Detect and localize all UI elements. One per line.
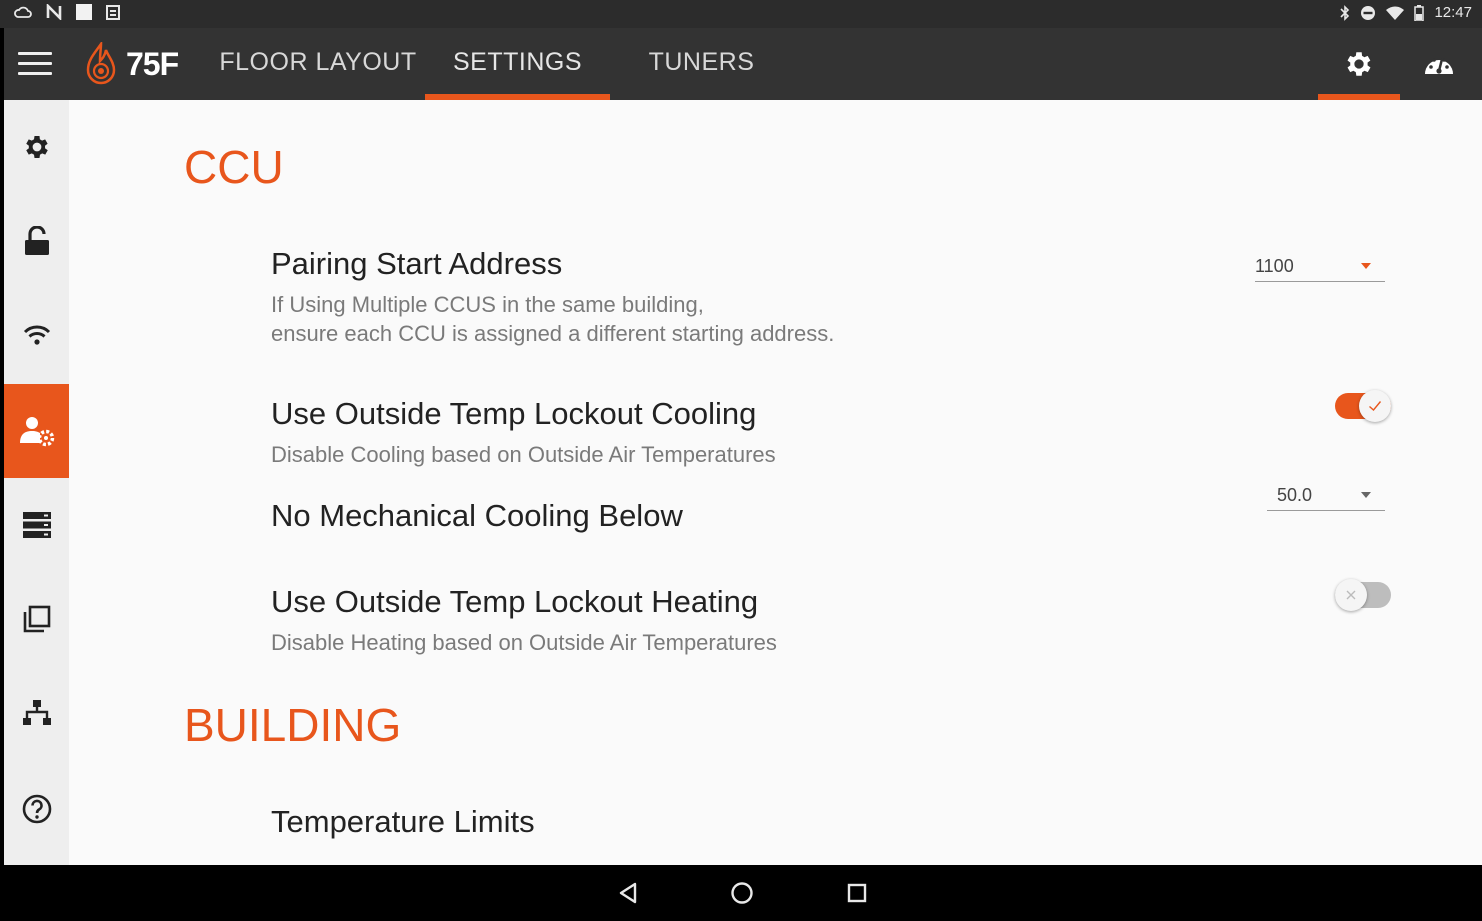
toggle-knob	[1359, 390, 1391, 422]
pairing-start-address-dropdown[interactable]: 1100	[1255, 254, 1385, 282]
dashboard-gauge-icon	[1425, 58, 1453, 74]
pairing-start-address-title: Pairing Start Address	[271, 246, 563, 281]
no-mech-cooling-dropdown[interactable]: 50.0	[1267, 483, 1385, 511]
dashboard-button[interactable]	[1398, 28, 1480, 100]
gear-icon	[1347, 52, 1371, 76]
tab-floor-layout[interactable]: FLOOR LAYOUT	[218, 28, 418, 100]
temperature-limits-title[interactable]: Temperature Limits	[271, 804, 535, 840]
section-title-building: BUILDING	[184, 699, 402, 751]
logo-text: 75F	[126, 45, 179, 82]
copy-icon	[23, 605, 50, 633]
rail-item-wifi[interactable]	[4, 288, 69, 382]
cooling-lockout-desc: Disable Cooling based on Outside Air Tem…	[271, 442, 776, 467]
status-bar: 12:47	[0, 0, 1482, 28]
dropdown-value: 50.0	[1277, 485, 1313, 505]
rail-item-modules[interactable]	[4, 478, 69, 572]
dropdown-arrow-icon	[1361, 492, 1371, 498]
flame-logo-icon	[86, 42, 116, 85]
dropdown-value: 1100	[1255, 256, 1294, 276]
status-bar-left	[14, 4, 120, 20]
back-icon	[619, 882, 637, 904]
home-button[interactable]	[714, 875, 770, 911]
recents-button[interactable]	[829, 875, 885, 911]
nfc-icon	[46, 4, 62, 20]
battery-icon	[1414, 5, 1425, 21]
tab-tuners[interactable]: TUNERS	[624, 28, 779, 100]
status-time: 12:47	[1434, 4, 1472, 21]
rail-item-help[interactable]	[4, 762, 69, 856]
dropdown-arrow-icon	[1361, 263, 1371, 269]
heating-lockout-desc: Disable Heating based on Outside Air Tem…	[271, 630, 777, 655]
pairing-start-address-desc-line1: If Using Multiple CCUS in the same build…	[271, 292, 704, 317]
no-mech-cooling-title: No Mechanical Cooling Below	[271, 498, 683, 533]
tab-settings[interactable]: SETTINGS	[425, 28, 610, 100]
wifi-icon	[23, 325, 50, 345]
cooling-lockout-title: Use Outside Temp Lockout Cooling	[271, 396, 757, 431]
bluetooth-icon	[1340, 5, 1350, 21]
pairing-start-address-desc-line2: ensure each CCU is assigned a different …	[271, 321, 835, 346]
check-icon	[1369, 401, 1382, 412]
app-logo: 75F	[82, 42, 179, 86]
close-icon	[1346, 590, 1356, 600]
gear-icon	[25, 136, 48, 158]
cooling-lockout-toggle[interactable]	[1335, 390, 1391, 422]
side-rail	[4, 100, 69, 865]
hierarchy-icon	[22, 700, 51, 725]
cloud-icon	[14, 6, 32, 18]
rail-item-security[interactable]	[4, 194, 69, 288]
tab-label: SETTINGS	[452, 48, 582, 76]
clipboard-icon	[106, 5, 120, 20]
server-list-icon	[22, 512, 51, 538]
recents-icon	[847, 883, 867, 903]
wifi-icon	[1386, 6, 1405, 20]
user-settings-icon	[19, 417, 54, 447]
home-icon	[731, 882, 753, 904]
rail-item-network[interactable]	[4, 666, 69, 760]
tab-label: TUNERS	[648, 48, 755, 76]
settings-gear-button[interactable]	[1318, 28, 1400, 100]
notification-square-icon	[76, 4, 92, 20]
system-nav-bar	[0, 865, 1482, 921]
rail-item-user-settings[interactable]	[4, 384, 69, 478]
tab-label: FLOOR LAYOUT	[219, 48, 417, 76]
toggle-knob	[1335, 579, 1367, 611]
back-button[interactable]	[600, 875, 656, 911]
heating-lockout-title: Use Outside Temp Lockout Heating	[271, 584, 759, 619]
rail-item-general-settings[interactable]	[4, 100, 69, 194]
menu-icon[interactable]	[18, 52, 52, 76]
rail-item-copy[interactable]	[4, 572, 69, 666]
unlock-icon	[24, 226, 49, 255]
status-bar-right: 12:47	[1340, 4, 1472, 22]
heating-lockout-toggle[interactable]	[1335, 579, 1391, 611]
do-not-disturb-icon	[1361, 6, 1376, 20]
help-icon	[22, 794, 51, 824]
settings-content[interactable]: CCU Pairing Start Address If Using Multi…	[69, 100, 1482, 865]
section-title-ccu: CCU	[184, 141, 284, 193]
app-bar: 75F FLOOR LAYOUT SETTINGS TUNERS	[4, 28, 1482, 100]
